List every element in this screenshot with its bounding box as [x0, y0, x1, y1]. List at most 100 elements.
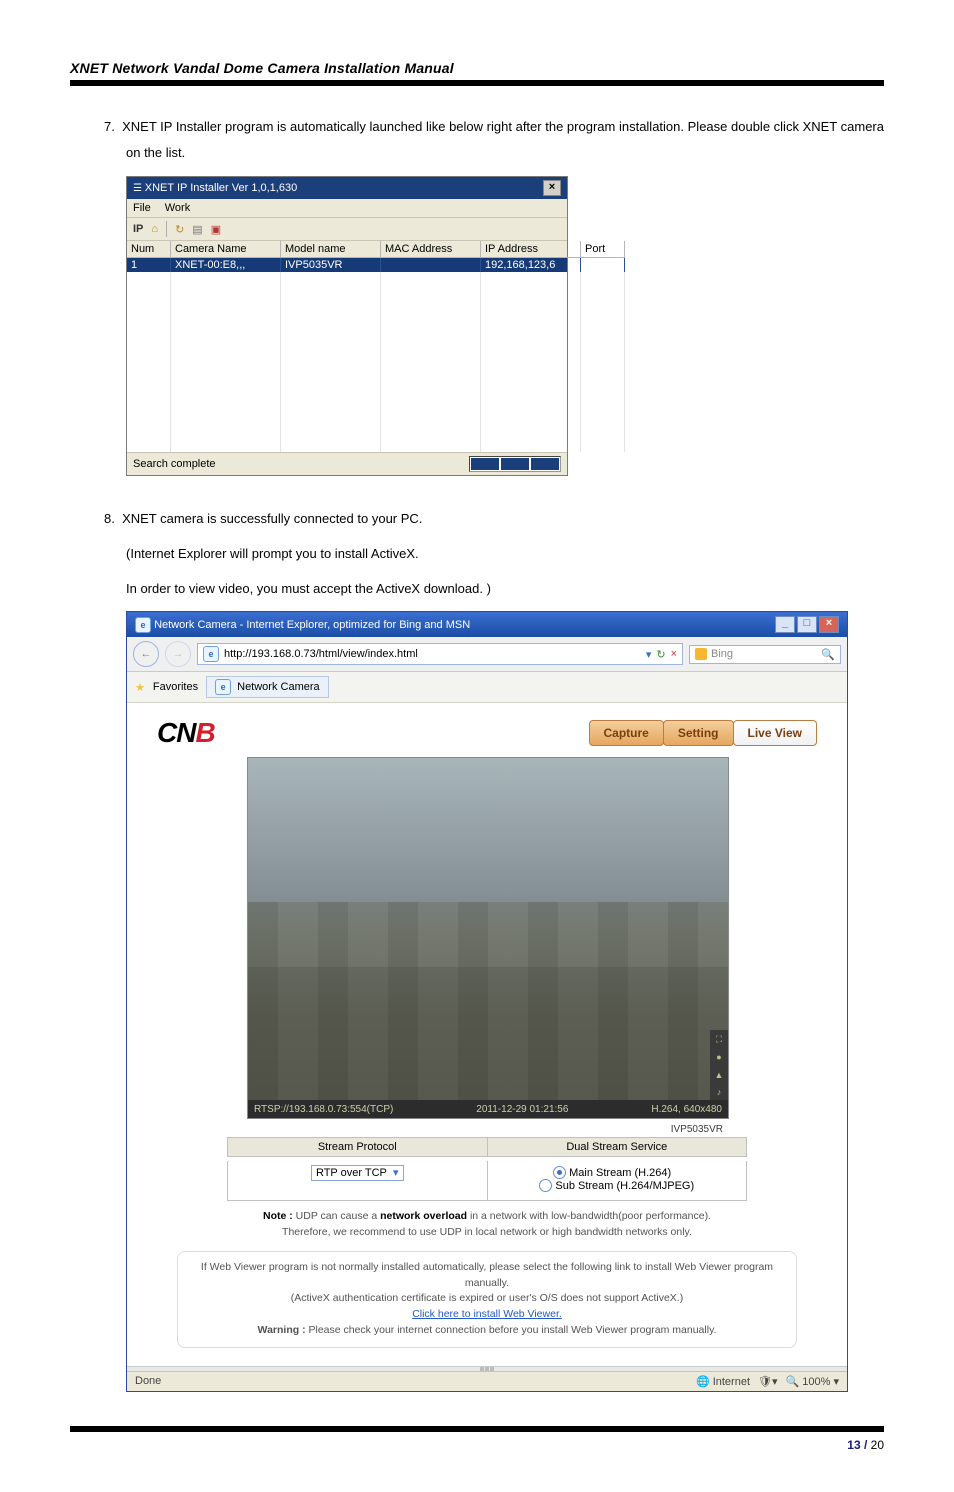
ip-label: IP: [133, 223, 143, 235]
stream-protocol-select[interactable]: RTP over TCP ▾: [311, 1165, 404, 1181]
ie-titlebar: e Network Camera - Internet Explorer, op…: [127, 612, 847, 637]
installer-window: ☰ XNET IP Installer Ver 1,0,1,630 × File…: [126, 176, 568, 476]
col-mac-address[interactable]: MAC Address: [381, 241, 481, 258]
page-content: CNB Capture Setting Live View ⛶ ● ▲ ♪ RTSP:…: [127, 703, 847, 1365]
dual-stream-cell: Main Stream (H.264) Sub Stream (H.264/MJ…: [488, 1161, 748, 1201]
status-text: Search complete: [133, 458, 216, 470]
chevron-down-icon: ▾: [393, 1167, 399, 1179]
refresh-icon[interactable]: ↻: [175, 223, 184, 236]
cnb-logo: CNB: [157, 717, 215, 749]
list-icon[interactable]: ▤: [192, 223, 202, 236]
step-8-line2: (Internet Explorer will prompt you to in…: [126, 542, 884, 567]
stream-protocol-header: Stream Protocol: [227, 1137, 488, 1157]
audio-icon[interactable]: ♪: [717, 1087, 722, 1097]
installer-statusbar: Search complete: [127, 452, 567, 475]
overlay-time: 2011-12-29 01:21:56: [476, 1104, 568, 1115]
empty-row: [127, 407, 567, 422]
sub-stream-radio[interactable]: Sub Stream (H.264/MJPEG): [539, 1179, 694, 1192]
zoom-control[interactable]: 🔍 100% ▾: [786, 1375, 839, 1388]
action-icon[interactable]: ▣: [211, 223, 221, 236]
search-input[interactable]: Bing🔍: [689, 645, 841, 664]
protected-mode-icon[interactable]: 🛡▾: [758, 1375, 778, 1388]
ie-addressbar: ← → ehttp://193.168.0.73/html/view/index…: [127, 637, 847, 672]
overlay-rtsp: RTSP://193.168.0.73:554(TCP): [254, 1104, 393, 1115]
setting-button[interactable]: Setting: [663, 720, 734, 746]
globe-icon: 🌐: [696, 1376, 710, 1388]
favorites-icon[interactable]: ★: [135, 681, 145, 694]
main-stream-radio[interactable]: Main Stream (H.264): [553, 1166, 671, 1179]
install-web-viewer-link[interactable]: Click here to install Web Viewer.: [412, 1308, 562, 1320]
cell-mac: [381, 258, 481, 272]
cell-model: IVP5035VR: [281, 258, 381, 272]
favorites-label[interactable]: Favorites: [153, 681, 198, 693]
page-icon: e: [203, 646, 219, 662]
progress-bar: [469, 456, 561, 472]
empty-row: [127, 437, 567, 452]
cell-num: 1: [127, 258, 171, 272]
nav-back-icon[interactable]: ←: [133, 641, 159, 667]
empty-row: [127, 317, 567, 332]
fit-icon[interactable]: ⛶: [716, 1034, 722, 1045]
col-num[interactable]: Num: [127, 241, 171, 258]
installer-menubar: File Work: [127, 199, 567, 218]
ie-window: e Network Camera - Internet Explorer, op…: [126, 611, 848, 1391]
stop-icon[interactable]: ×: [671, 648, 677, 660]
step-8-line1: XNET camera is successfully connected to…: [122, 511, 422, 526]
table-body: 1 XNET-00:E8,,, IVP5035VR 192,168,123,6 …: [127, 258, 567, 452]
cell-cam: XNET-00:E8,,,: [171, 258, 281, 272]
cell-port: 80: [581, 258, 625, 272]
minimize-icon[interactable]: _: [775, 616, 795, 633]
table-row[interactable]: 1 XNET-00:E8,,, IVP5035VR 192,168,123,6 …: [127, 258, 567, 272]
bing-icon: [695, 648, 707, 660]
record-icon[interactable]: ●: [716, 1052, 721, 1062]
video-controls[interactable]: ⛶ ● ▲ ♪: [710, 1030, 728, 1100]
ie-icon: e: [135, 617, 151, 633]
col-camera-name[interactable]: Camera Name: [171, 241, 281, 258]
col-model-name[interactable]: Model name: [281, 241, 381, 258]
empty-row: [127, 377, 567, 392]
maximize-icon[interactable]: □: [797, 616, 817, 633]
installer-toolbar: IP ⌂ ↻ ▤ ▣: [127, 218, 567, 241]
menu-file[interactable]: File: [133, 202, 151, 214]
overlay-codec: H.264, 640x480: [651, 1104, 722, 1115]
col-ip-address[interactable]: IP Address: [481, 241, 581, 258]
empty-row: [127, 347, 567, 362]
tab-icon: e: [215, 679, 231, 695]
status-done: Done: [135, 1375, 161, 1387]
url-input[interactable]: ehttp://193.168.0.73/html/view/index.htm…: [197, 643, 683, 665]
nav-forward-icon[interactable]: →: [165, 641, 191, 667]
home-icon[interactable]: ⌂: [151, 223, 158, 235]
close-icon[interactable]: ×: [543, 180, 561, 196]
stream-panel: Stream Protocol Dual Stream Service RTP …: [227, 1137, 747, 1201]
doc-header: XNET Network Vandal Dome Camera Installa…: [70, 60, 884, 76]
video-overlay: RTSP://193.168.0.73:554(TCP) 2011-12-29 …: [248, 1100, 728, 1118]
ie-title: e Network Camera - Internet Explorer, op…: [135, 617, 470, 633]
col-port[interactable]: Port: [581, 241, 625, 258]
empty-row: [127, 272, 567, 287]
menu-work[interactable]: Work: [165, 202, 190, 214]
step-7-number: 7.: [104, 119, 115, 134]
empty-row: [127, 332, 567, 347]
search-icon[interactable]: 🔍: [821, 648, 835, 661]
udp-note: Note : UDP can cause a network overload …: [187, 1209, 787, 1241]
step-7: 7. XNET IP Installer program is automati…: [96, 114, 884, 166]
installer-title: ☰ XNET IP Installer Ver 1,0,1,630: [133, 182, 297, 194]
ie-statusbar: Done 🌐 Internet 🛡▾ 🔍 100% ▾: [127, 1371, 847, 1391]
browser-tab[interactable]: eNetwork Camera: [206, 676, 329, 698]
step-8-line3: In order to view video, you must accept …: [126, 577, 884, 602]
separator: [166, 221, 167, 237]
empty-row: [127, 302, 567, 317]
empty-row: [127, 422, 567, 437]
live-view-button[interactable]: Live View: [733, 720, 817, 746]
page-number: 13 / 20: [70, 1438, 884, 1452]
url-dropdown-icon[interactable]: ▾: [646, 648, 652, 661]
table-header: Num Camera Name Model name MAC Address I…: [127, 241, 567, 258]
empty-row: [127, 392, 567, 407]
snapshot-icon[interactable]: ▲: [715, 1070, 724, 1080]
internet-zone: 🌐 Internet: [696, 1375, 750, 1388]
stream-protocol-cell: RTP over TCP ▾: [227, 1161, 488, 1201]
refresh-icon[interactable]: ↻: [656, 648, 665, 661]
close-icon[interactable]: ×: [819, 616, 839, 633]
capture-button[interactable]: Capture: [589, 720, 664, 746]
activex-note: If Web Viewer program is not normally in…: [177, 1251, 797, 1348]
